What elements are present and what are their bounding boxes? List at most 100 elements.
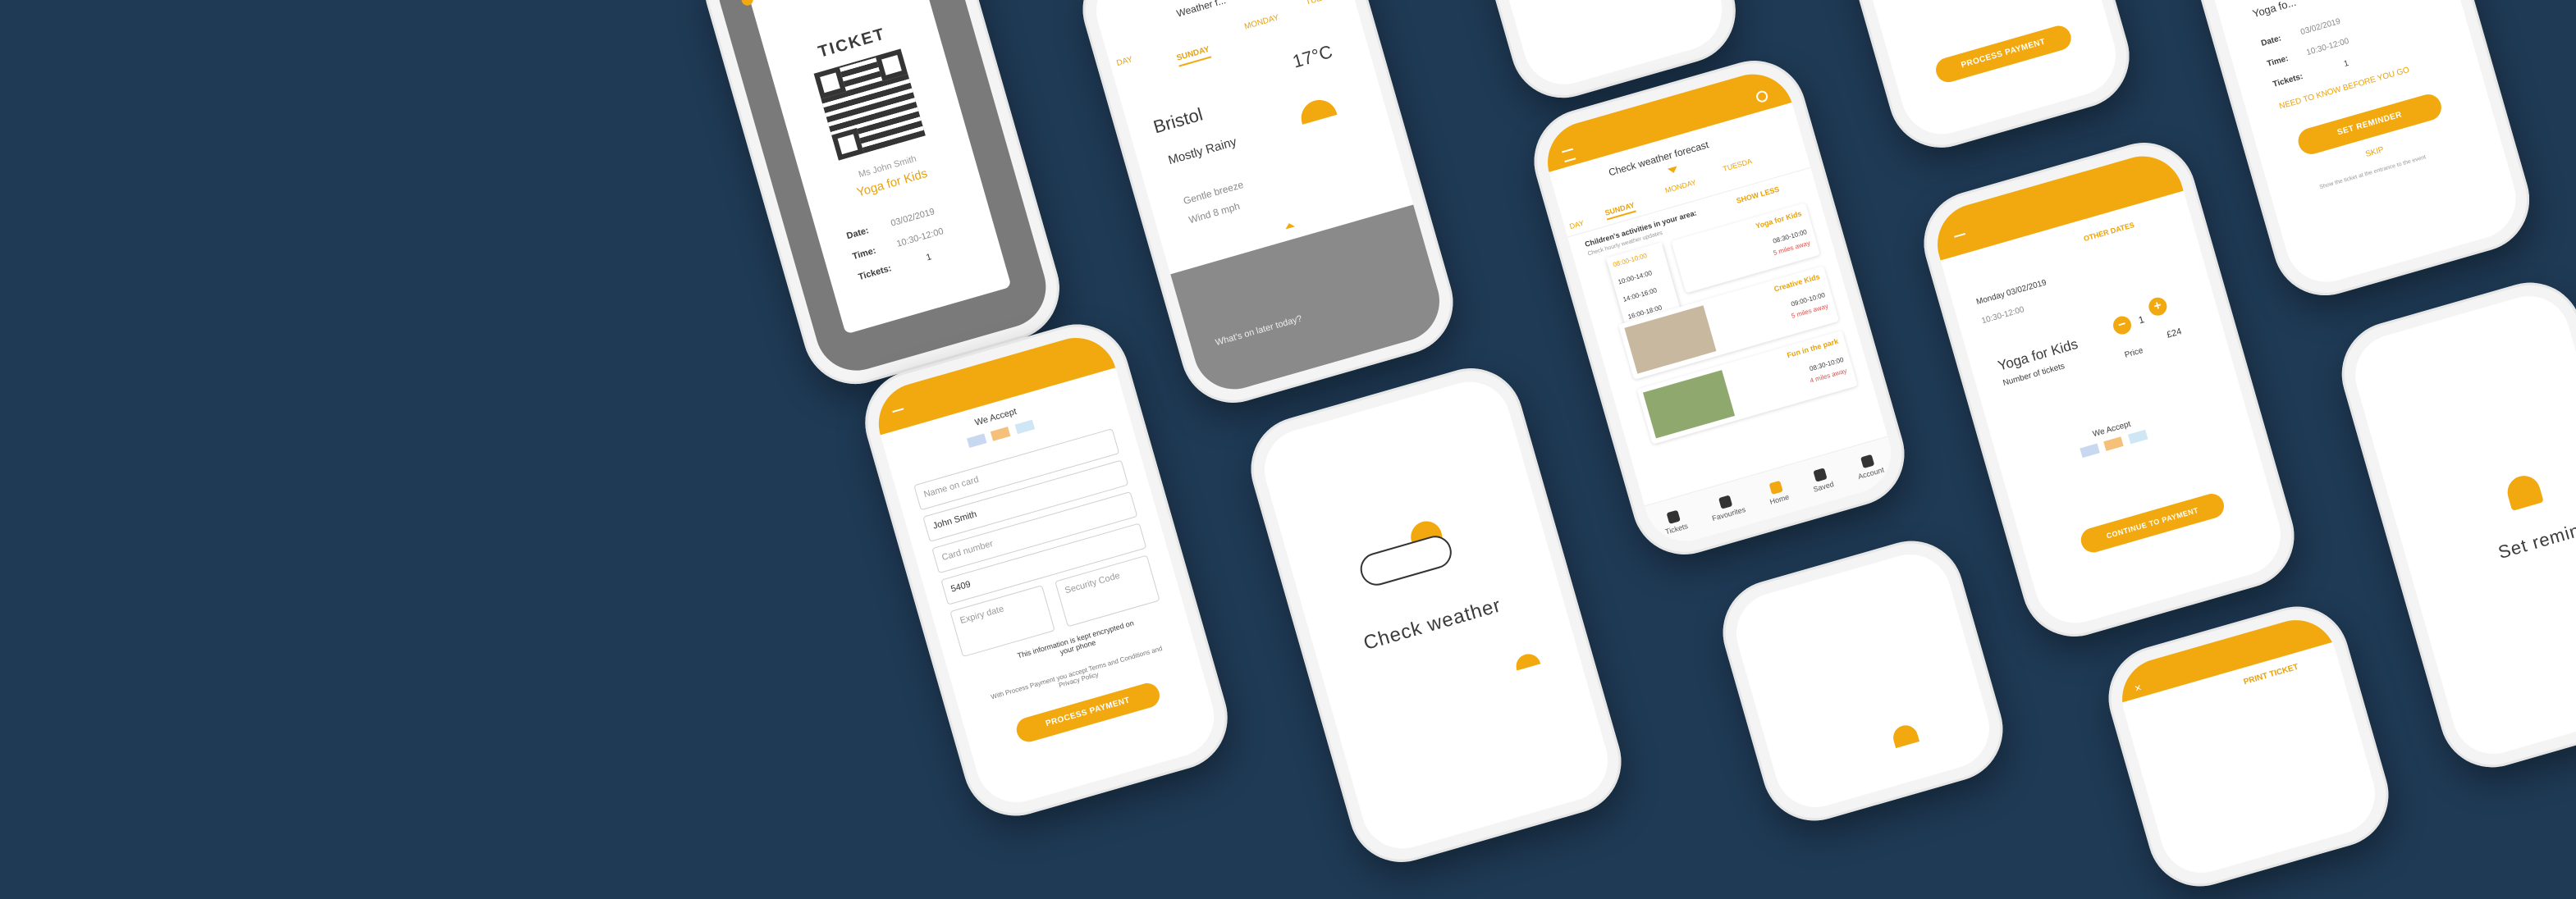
card-number-label: Card number [940, 538, 995, 564]
tab-sunday[interactable]: SUNDAY [1175, 44, 1212, 67]
overlay-text: What's on later today? [1214, 313, 1304, 349]
phone-set-reminder: Set reminde [2329, 270, 2576, 780]
mastercard-icon [991, 427, 1011, 441]
check-weather-title: Check weather [1361, 594, 1504, 655]
tabbar-label: Account [1856, 465, 1885, 481]
booking-screen: OTHER DATES Monday 03/02/2019 10:30-12:0… [1928, 146, 2290, 633]
ticket-count-label: Tickets: [857, 263, 893, 283]
phone-print: × PRINT TICKET [2096, 594, 2401, 899]
bell-icon [2503, 472, 2544, 511]
ticket-time-label: Time: [851, 245, 877, 262]
phone-blank-bottom [1710, 528, 2016, 833]
price-label: Price [2123, 345, 2144, 360]
user-icon [1860, 454, 1875, 468]
set-reminder-button[interactable]: SET REMINDER [2295, 91, 2445, 157]
reminder-time-value: 10:30-12:00 [2305, 36, 2350, 58]
set-reminder-title: Set reminde [2496, 513, 2576, 564]
other-dates-link[interactable]: OTHER DATES [2083, 221, 2135, 243]
forecast-tab-monday[interactable]: MONDAY [1664, 178, 1697, 194]
process-top-screen: PROCESS PAYMENT [1846, 0, 2125, 144]
ticket-time-value: 10:30-12:00 [895, 226, 945, 249]
activity-photo [1642, 370, 1736, 439]
booking-header [1928, 146, 2184, 261]
heart-icon [1718, 494, 1733, 509]
ticket-count-value: 1 [925, 252, 933, 263]
bell-partial-icon [1890, 722, 1920, 749]
qr-code [813, 48, 926, 161]
home-icon [1768, 480, 1783, 495]
reminder-top-screen: Yoga fo... Date: 03/02/2019 Time: 10:30-… [2201, 0, 2526, 292]
time-item[interactable]: 10:00-14:00 [1617, 269, 1654, 285]
phone-process-top: PROCESS PAYMENT [1830, 0, 2142, 160]
security-label: Security Code [1064, 570, 1122, 596]
increment-button[interactable]: + [2146, 295, 2169, 318]
ticket-screen: TICKET Ms John Smith Yoga for Kids Date:… [708, 0, 1056, 381]
weather-header: Weather f... [1175, 0, 1228, 20]
decrement-button[interactable]: − [2111, 313, 2134, 337]
ticket-card: TICKET Ms John Smith Yoga for Kids Date:… [746, 0, 1012, 335]
forecast-tabbar: Tickets Favourites Home Saved Account [1645, 436, 1901, 551]
activity-name: Creative Kids [1773, 272, 1821, 294]
phone-reminder-top: Yoga fo... Date: 03/02/2019 Time: 10:30-… [2185, 0, 2542, 308]
price-value: £24 [2165, 326, 2183, 340]
phone-payment: We Accept Name on card John Smith Card n… [853, 312, 1240, 828]
skip-link[interactable]: SKIP [2364, 145, 2385, 159]
print-screen: × PRINT TICKET [2112, 610, 2385, 883]
tabbar-favourites[interactable]: Favourites [1707, 491, 1746, 523]
weather-screen: Weather f... DAY SUNDAY MONDAY TUESDA 17… [1087, 0, 1449, 399]
tab-monday[interactable]: MONDAY [1243, 13, 1280, 31]
cloud-sun-icon [1352, 515, 1460, 590]
forecast-tab-sunday[interactable]: SUNDAY [1604, 200, 1637, 221]
phone-weather: Weather f... DAY SUNDAY MONDAY TUESDA 17… [1070, 0, 1466, 416]
forecast-toggle-icon[interactable] [1667, 166, 1679, 175]
weather-overlay: What's on later today? [1170, 204, 1449, 399]
weather-wind: Wind 8 mph [1187, 200, 1242, 226]
forecast-tab-tuesday[interactable]: TUESDA [1722, 157, 1753, 173]
tabbar-home[interactable]: Home [1765, 479, 1791, 506]
reminder-date-label: Date: [2260, 34, 2283, 48]
umbrella-icon [1297, 95, 1338, 125]
process-payment-button-top[interactable]: PROCESS PAYMENT [1933, 23, 2075, 85]
phone-ticket: TICKET Ms John Smith Yoga for Kids Date:… [693, 0, 1072, 397]
tabbar-account[interactable]: Account [1853, 452, 1885, 481]
umbrella-small-icon [1513, 650, 1541, 671]
tabbar-saved[interactable]: Saved [1809, 466, 1835, 493]
amex-icon [1014, 419, 1036, 435]
booking-time: 10:30-12:00 [1980, 304, 2025, 326]
card-value: 5409 [949, 579, 972, 595]
forecast-screen: Check weather forecast DAY SUNDAY MONDAY… [1538, 64, 1901, 551]
phone-check-weather: Check weather [1238, 355, 1634, 875]
set-reminder-screen: Set reminde [2345, 286, 2576, 764]
name-value: John Smith [931, 509, 978, 532]
tab-tuesday[interactable]: TUESDA [1305, 0, 1339, 7]
reminder-event: Yoga fo... [2251, 0, 2298, 21]
reminder-note: Show the ticket at the entrance to the e… [2318, 154, 2427, 191]
weather-condition: Mostly Rainy [1166, 135, 1238, 168]
ticket-icon [1666, 509, 1681, 524]
reminder-tickets-value: 1 [2342, 58, 2350, 70]
expiry-label: Expiry date [959, 604, 1005, 627]
reminder-time-label: Time: [2266, 53, 2290, 69]
payment-screen: We Accept Name on card John Smith Card n… [869, 328, 1224, 812]
bookmark-icon [1813, 467, 1828, 482]
time-item[interactable]: 14:00-16:00 [1622, 286, 1659, 303]
phone-forecast: Check weather forecast DAY SUNDAY MONDAY… [1521, 48, 1917, 568]
expand-chevron-icon[interactable] [1283, 221, 1296, 230]
mastercard-icon [2103, 436, 2125, 451]
check-weather-screen: Check weather [1255, 372, 1617, 859]
print-ticket-link[interactable]: PRINT TICKET [2243, 663, 2299, 687]
forecast-tab-day[interactable]: DAY [1568, 219, 1585, 231]
tabbar-label: Home [1768, 492, 1791, 506]
tabbar-tickets[interactable]: Tickets [1660, 508, 1689, 536]
activity-name: Fun in the park [1786, 336, 1840, 360]
time-item[interactable]: 08:00-10:00 [1612, 252, 1648, 268]
show-less-link[interactable]: SHOW LESS [1736, 185, 1781, 205]
booking-date: Monday 03/02/2019 [1974, 278, 2048, 308]
reminder-date-value: 03/02/2019 [2299, 16, 2342, 38]
activity-name: Yoga for Kids [1755, 209, 1803, 230]
continue-to-payment-button[interactable]: CONTINUE TO PAYMENT [2078, 491, 2227, 555]
tab-day[interactable]: DAY [1115, 55, 1133, 68]
amex-icon [2127, 429, 2148, 445]
ticket-date-value: 03/02/2019 [890, 207, 936, 229]
tabbar-label: Saved [1812, 479, 1835, 494]
